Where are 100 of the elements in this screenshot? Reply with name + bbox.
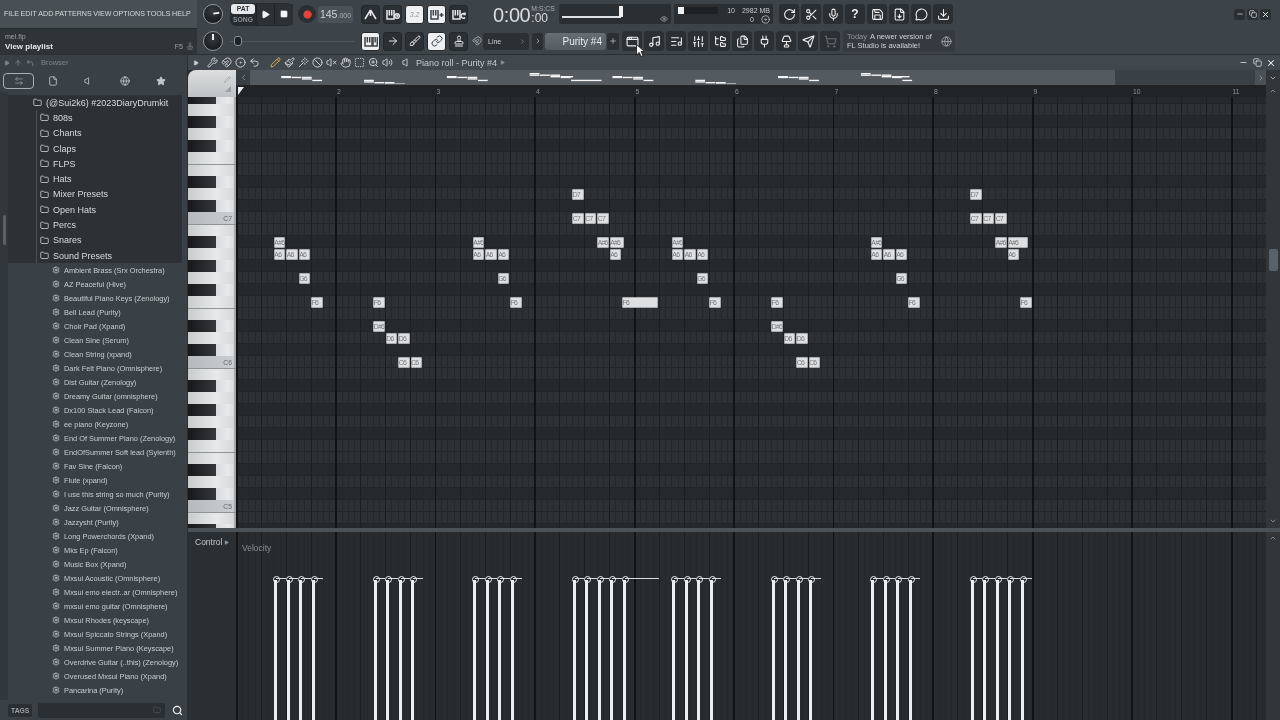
velocity-bar[interactable] xyxy=(472,576,485,720)
velocity-bar[interactable] xyxy=(969,576,983,720)
step-button[interactable] xyxy=(427,4,446,24)
typing-button[interactable] xyxy=(361,31,380,51)
options-button[interactable] xyxy=(206,56,218,69)
piano-key[interactable] xyxy=(188,464,236,476)
velocity-bar[interactable] xyxy=(895,576,908,720)
pianoroll-button[interactable] xyxy=(644,31,664,51)
download-button[interactable] xyxy=(933,4,953,24)
tree-item[interactable]: Hats xyxy=(8,171,182,187)
browser-tab[interactable] xyxy=(3,73,34,89)
piano-key[interactable] xyxy=(188,140,236,152)
tree-item[interactable]: (@Sui2k6) #2023DiaryDrumkit xyxy=(8,95,182,111)
browser-button[interactable] xyxy=(710,31,730,51)
knob[interactable] xyxy=(203,4,223,24)
project-button[interactable] xyxy=(732,31,752,51)
link-button[interactable] xyxy=(427,31,446,51)
control-menu[interactable]: Control xyxy=(195,537,230,547)
mute-tool-button[interactable] xyxy=(325,56,337,69)
scrollbar-thumb[interactable] xyxy=(2,215,6,245)
velocity-bar[interactable] xyxy=(982,576,995,720)
plugins-button[interactable] xyxy=(754,31,774,51)
piano-key[interactable] xyxy=(188,404,236,416)
piano-key[interactable] xyxy=(188,176,236,188)
piano-key[interactable] xyxy=(188,200,236,212)
velocity-bar[interactable] xyxy=(372,576,386,720)
delete-tool-button[interactable] xyxy=(311,56,323,69)
mic-button[interactable] xyxy=(823,4,843,24)
record-button[interactable] xyxy=(298,5,316,23)
loop-button[interactable] xyxy=(449,4,468,24)
wait-button[interactable] xyxy=(383,4,402,24)
velocity-bar[interactable] xyxy=(298,576,311,720)
mixer-button[interactable] xyxy=(688,31,708,51)
save-button[interactable] xyxy=(867,4,887,24)
piano-key[interactable] xyxy=(188,236,236,248)
piano-key[interactable] xyxy=(188,344,236,356)
overview-scrollbar[interactable] xyxy=(250,70,1255,85)
velocity-bar[interactable] xyxy=(410,576,423,720)
piano-key[interactable] xyxy=(188,380,236,392)
slip-tool-button[interactable] xyxy=(339,56,351,69)
slide-tool-button[interactable] xyxy=(297,56,309,69)
tree-item[interactable]: 808s xyxy=(8,110,182,126)
channels-button[interactable] xyxy=(666,31,686,51)
velocity-bar[interactable] xyxy=(696,576,709,720)
knob[interactable] xyxy=(203,31,223,51)
paint-tool-button[interactable] xyxy=(283,56,295,69)
piano-key[interactable] xyxy=(188,320,236,332)
vertical-scrollbar[interactable] xyxy=(1266,532,1280,720)
undo-button[interactable] xyxy=(779,4,799,24)
song-position-slider[interactable] xyxy=(559,4,671,24)
velocity-bar[interactable] xyxy=(671,576,684,720)
pattern-selector[interactable]: Purity #4 xyxy=(545,32,606,50)
select-tool-button[interactable] xyxy=(353,56,365,69)
slider-thumb[interactable] xyxy=(233,36,242,46)
velocity-bar[interactable] xyxy=(584,576,597,720)
stop-button[interactable] xyxy=(274,3,293,25)
arrow-button[interactable] xyxy=(383,31,402,51)
tree-item[interactable]: FLPS xyxy=(8,156,182,172)
send-button[interactable] xyxy=(798,31,818,51)
brush-button[interactable] xyxy=(405,31,424,51)
velocity-bar[interactable] xyxy=(1007,576,1020,720)
vertical-scrollbar[interactable] xyxy=(1266,97,1280,528)
piano-key[interactable] xyxy=(188,428,236,440)
velocity-bar[interactable] xyxy=(609,576,622,720)
target-button[interactable] xyxy=(234,56,246,69)
scrollbar-thumb[interactable] xyxy=(1268,249,1278,271)
search-field[interactable] xyxy=(38,702,166,718)
zoom-tool-button[interactable] xyxy=(367,56,379,69)
piano-key[interactable] xyxy=(188,284,236,296)
help-button[interactable]: ? xyxy=(845,4,865,24)
velocity-bar[interactable] xyxy=(621,576,659,720)
close-button[interactable] xyxy=(1260,8,1271,20)
tree-item[interactable]: Percs xyxy=(8,217,182,233)
velocity-bar[interactable] xyxy=(783,576,796,720)
cut-button[interactable] xyxy=(801,4,821,24)
velocity-bar[interactable] xyxy=(870,576,883,720)
draw-tool-button[interactable] xyxy=(269,56,281,69)
restore-button[interactable] xyxy=(1251,56,1263,69)
minimize-button[interactable] xyxy=(1234,8,1245,20)
playback-tool-button[interactable] xyxy=(381,56,393,69)
search-button[interactable] xyxy=(170,703,185,717)
metronome-button[interactable] xyxy=(361,4,380,24)
velocity-bar[interactable] xyxy=(571,576,585,720)
tree-item[interactable]: Open Hats xyxy=(8,202,182,218)
tutorial-button[interactable] xyxy=(776,31,796,51)
piano-key[interactable] xyxy=(188,260,236,272)
piano-key[interactable] xyxy=(188,488,236,500)
velocity-grid[interactable]: Velocity xyxy=(236,532,1266,720)
chat-button[interactable] xyxy=(911,4,931,24)
slider-thumb[interactable] xyxy=(618,6,623,17)
velocity-bar[interactable] xyxy=(273,576,286,720)
velocity-bar[interactable] xyxy=(385,576,398,720)
play-button[interactable] xyxy=(256,3,274,25)
velocity-bar[interactable] xyxy=(808,576,821,720)
export-button[interactable] xyxy=(889,4,909,24)
velocity-bar[interactable] xyxy=(497,576,510,720)
velocity-bar[interactable] xyxy=(770,576,784,720)
undo-button[interactable] xyxy=(248,56,260,69)
piano-key[interactable] xyxy=(188,116,236,128)
snap-button[interactable] xyxy=(220,56,232,69)
